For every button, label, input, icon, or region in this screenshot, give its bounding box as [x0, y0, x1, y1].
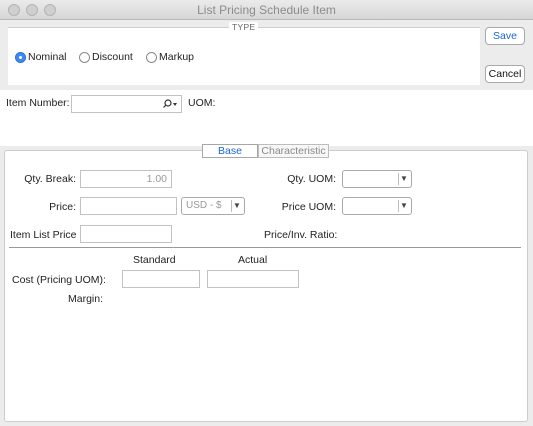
chevron-down-icon: ▼ [398, 200, 409, 212]
radio-discount[interactable] [79, 52, 90, 63]
tab-base[interactable]: Base [202, 144, 258, 158]
radio-markup-label: Markup [159, 51, 195, 63]
cost-label: Cost (Pricing UOM): [12, 274, 106, 286]
item-number-input[interactable] [71, 95, 182, 113]
actual-header: Actual [238, 254, 268, 266]
radio-nominal[interactable] [15, 52, 26, 63]
price-ratio-label: Price/Inv. Ratio: [264, 229, 338, 241]
radio-nominal-label: Nominal [28, 51, 67, 63]
radio-markup[interactable] [146, 52, 157, 63]
type-group-rule-right [256, 27, 480, 28]
qty-uom-select[interactable]: ▼ [342, 170, 412, 188]
price-label: Price: [49, 201, 76, 213]
save-button[interactable]: Save [485, 27, 525, 45]
type-group-rule-left [8, 27, 230, 28]
chevron-down-icon: ▼ [398, 173, 409, 185]
qty-break-label: Qty. Break: [24, 173, 76, 185]
search-icon[interactable] [163, 99, 177, 109]
qty-uom-label: Qty. UOM: [287, 173, 336, 185]
standard-header: Standard [133, 254, 176, 266]
window-title: List Pricing Schedule Item [197, 3, 336, 17]
cost-actual-input[interactable] [207, 270, 299, 288]
currency-select[interactable]: USD - $ ▼ [181, 197, 245, 215]
qty-break-input[interactable]: 1.00 [80, 170, 172, 188]
item-list-price-label: Item List Price [10, 229, 77, 241]
price-uom-label: Price UOM: [281, 201, 336, 213]
price-input[interactable] [80, 197, 177, 215]
item-list-price-input[interactable] [80, 225, 172, 243]
cancel-button[interactable]: Cancel [485, 65, 525, 83]
uom-label: UOM: [188, 97, 216, 109]
tab-characteristic[interactable]: Characteristic [258, 144, 329, 158]
type-group-title: TYPE [229, 22, 259, 32]
cost-standard-input[interactable] [122, 270, 200, 288]
divider [9, 247, 521, 248]
item-number-label: Item Number: [6, 97, 70, 109]
currency-value: USD - $ [186, 200, 222, 211]
chevron-down-icon: ▼ [231, 200, 242, 212]
radio-discount-label: Discount [92, 51, 133, 63]
price-uom-select[interactable]: ▼ [342, 197, 412, 215]
window-titlebar: List Pricing Schedule Item [0, 0, 533, 20]
margin-label: Margin: [68, 293, 104, 305]
